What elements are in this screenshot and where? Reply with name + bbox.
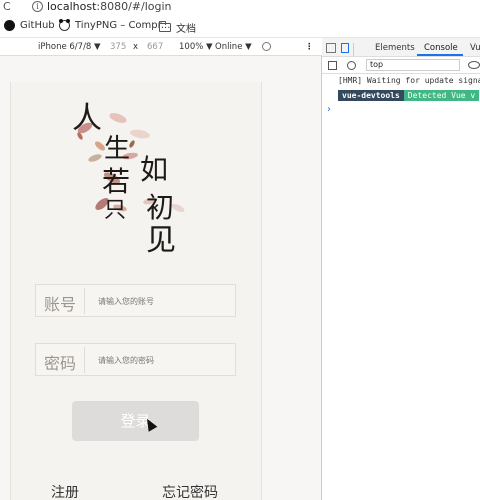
- vue-devtools-badge: vue-devtools: [338, 90, 404, 101]
- art-char: 见: [146, 223, 176, 258]
- password-input[interactable]: [98, 353, 228, 367]
- bookmark-github[interactable]: GitHub: [4, 20, 55, 31]
- github-icon: [4, 20, 15, 31]
- art-char: 如: [140, 153, 169, 186]
- field-divider: [84, 347, 85, 373]
- tab-vue[interactable]: Vue: [470, 43, 480, 53]
- url-host: localhost: [47, 0, 97, 13]
- register-link[interactable]: 注册: [51, 482, 79, 500]
- tab-elements[interactable]: Elements: [375, 43, 415, 53]
- console-toolbar: top: [322, 57, 480, 74]
- password-label: 密码: [44, 354, 77, 373]
- zoom-select[interactable]: 100% ▼: [179, 42, 213, 52]
- art-char: 生: [104, 134, 131, 164]
- folder-icon: [159, 21, 171, 32]
- device-select[interactable]: iPhone 6/7/8 ▼: [38, 42, 101, 52]
- bookmark-docs[interactable]: 文档: [159, 20, 196, 35]
- device-toolbar-icon[interactable]: [341, 43, 349, 53]
- console-prompt[interactable]: ›: [327, 104, 331, 115]
- tab-console[interactable]: Console: [424, 43, 458, 53]
- rotate-icon[interactable]: [262, 42, 271, 51]
- account-label: 账号: [44, 295, 77, 314]
- console-message: vue-devtools Detected Vue v: [322, 90, 480, 101]
- dimension-separator: x: [133, 42, 139, 52]
- context-select[interactable]: top: [366, 59, 460, 71]
- tab-divider: [353, 43, 354, 56]
- url-path: :8080/#/login: [96, 0, 172, 13]
- device-width[interactable]: 375: [110, 42, 126, 52]
- active-tab-indicator: [417, 54, 463, 56]
- bookmarks-bar: GitHub TinyPNG – Compr... 文档: [0, 14, 480, 38]
- device-height[interactable]: 667: [147, 42, 163, 52]
- art-char: 若: [102, 165, 131, 198]
- login-button[interactable]: 登录: [72, 401, 199, 441]
- account-input[interactable]: [98, 294, 228, 308]
- eye-icon[interactable]: [468, 61, 480, 69]
- address-bar: C i localhost:8080/#/login: [0, 0, 480, 14]
- phone-top-area: [10, 56, 262, 82]
- art-char: 初: [146, 191, 175, 224]
- more-options-icon[interactable]: ⋮: [305, 42, 314, 52]
- panda-icon: [59, 19, 70, 31]
- bookmark-label: 文档: [176, 24, 196, 35]
- password-field: 密码: [35, 343, 236, 376]
- console-message: [HMR] Waiting for update signal: [338, 76, 480, 85]
- inspect-element-icon[interactable]: [326, 43, 336, 53]
- art-char: 人: [72, 101, 102, 136]
- sidebar-toggle-icon[interactable]: [328, 61, 337, 70]
- devtools-tab-bar: Elements Console Vue: [322, 38, 480, 57]
- device-toolbar: iPhone 6/7/8 ▼ 375 x 667 100% ▼ Online ▼…: [0, 38, 322, 56]
- reload-icon[interactable]: C: [3, 0, 11, 13]
- network-select[interactable]: Online ▼: [215, 42, 252, 52]
- art-char: 只: [104, 198, 127, 223]
- bookmark-label: TinyPNG – Compr...: [75, 20, 171, 31]
- field-divider: [84, 288, 85, 314]
- account-field: 账号: [35, 284, 236, 317]
- vue-detected-badge: Detected Vue v: [403, 90, 480, 101]
- bookmark-label: GitHub: [20, 20, 55, 31]
- clear-console-icon[interactable]: [347, 61, 356, 70]
- site-info-icon[interactable]: i: [32, 1, 43, 12]
- bookmark-tinypng[interactable]: TinyPNG – Compr...: [59, 19, 171, 31]
- forgot-password-link[interactable]: 忘记密码: [162, 482, 218, 500]
- calligraphy-art: 人 生 若 只 如 初 见: [60, 96, 210, 266]
- devtools-panel: Elements Console Vue top [HMR] Waiting f…: [322, 38, 480, 500]
- url-text[interactable]: localhost:8080/#/login: [47, 0, 172, 13]
